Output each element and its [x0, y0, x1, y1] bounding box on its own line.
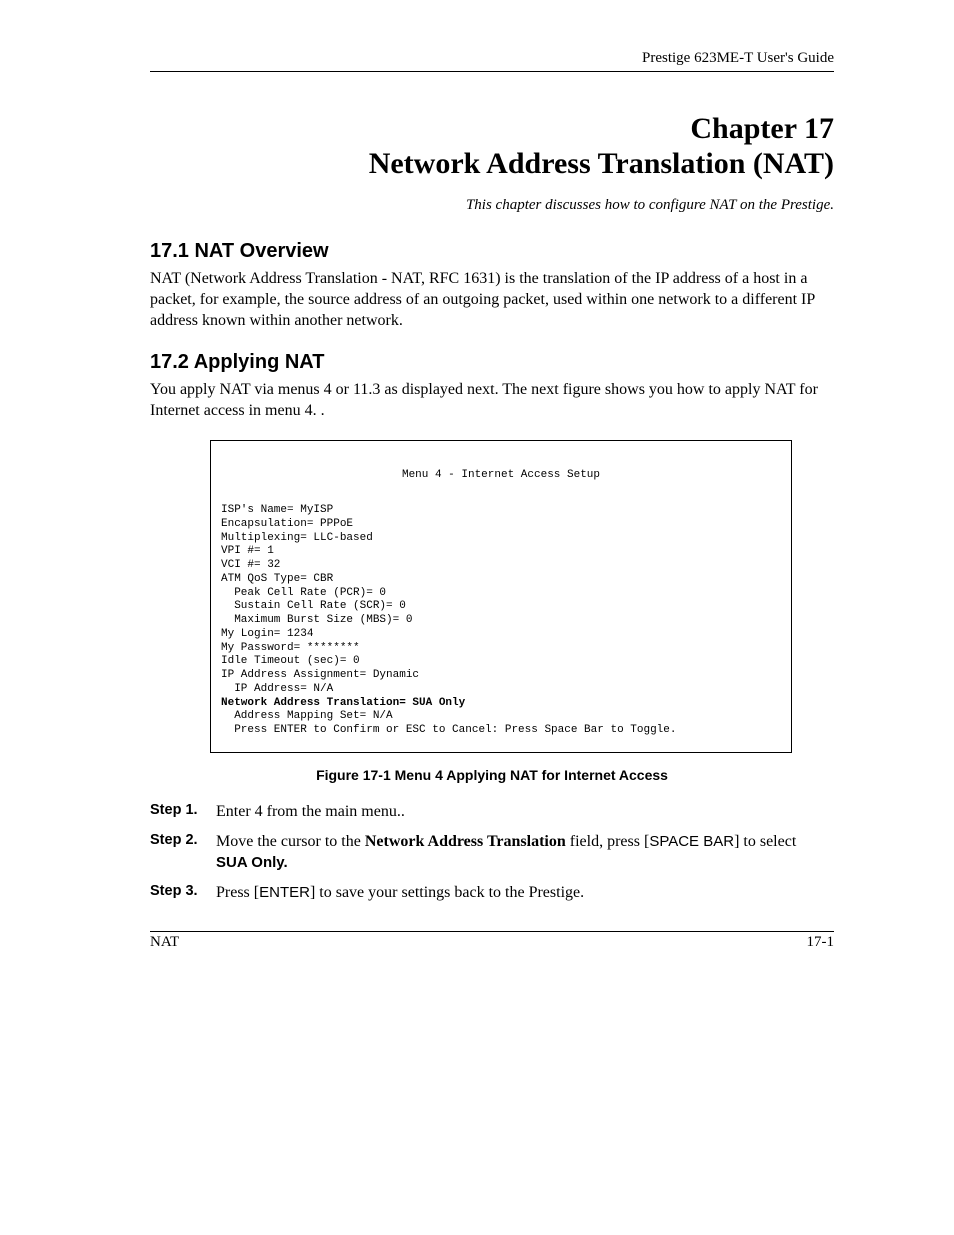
step-2-field: Network Address Translation [365, 833, 566, 850]
menu4-nat: Network Address Translation= SUA Only [221, 697, 465, 709]
section-17-1-heading: 17.1 NAT Overview [150, 240, 834, 263]
menu4-mbs: Maximum Burst Size (MBS)= 0 [221, 614, 412, 626]
header-guide-name: Prestige 623ME-T User's Guide [150, 50, 834, 67]
step-2-key: SPACE BAR [649, 833, 734, 850]
menu4-qos: ATM QoS Type= CBR [221, 573, 333, 585]
menu4-prompt: Press ENTER to Confirm or ESC to Cancel:… [221, 724, 676, 736]
step-3-pre: Press [ [216, 884, 259, 901]
menu4-title: Menu 4 - Internet Access Setup [221, 469, 781, 483]
step-3-content: Press [ENTER] to save your settings back… [216, 882, 834, 904]
step-2-label: Step 2. [150, 831, 216, 874]
chapter-title: Network Address Translation (NAT) [369, 147, 834, 180]
menu4-ipaddr: IP Address= N/A [221, 683, 333, 695]
step-2-row: Step 2. Move the cursor to the Network A… [150, 831, 834, 874]
menu4-pcr: Peak Cell Rate (PCR)= 0 [221, 587, 386, 599]
step-2-post: ] to select [734, 833, 796, 850]
footer-left: NAT [150, 934, 179, 951]
section-17-1-body: NAT (Network Address Translation - NAT, … [150, 269, 834, 331]
menu4-ipassign: IP Address Assignment= Dynamic [221, 669, 419, 681]
step-3-label: Step 3. [150, 882, 216, 904]
menu4-encap: Encapsulation= PPPoE [221, 518, 353, 530]
menu4-isp: ISP's Name= MyISP [221, 504, 333, 516]
header-rule [150, 71, 834, 72]
step-1-row: Step 1. Enter 4 from the main menu.. [150, 801, 834, 823]
menu4-pass: My Password= ******** [221, 642, 360, 654]
step-3-row: Step 3. Press [ENTER] to save your setti… [150, 882, 834, 904]
menu4-vpi: VPI #= 1 [221, 545, 274, 557]
chapter-subtitle: This chapter discusses how to configure … [150, 197, 834, 214]
step-3-post: ] to save your settings back to the Pres… [310, 884, 584, 901]
footer-right: 17-1 [807, 934, 835, 951]
menu4-login: My Login= 1234 [221, 628, 313, 640]
figure-caption: Figure 17-1 Menu 4 Applying NAT for Inte… [150, 767, 834, 783]
menu4-vci: VCI #= 32 [221, 559, 280, 571]
step-3-key: ENTER [259, 884, 310, 901]
section-17-2-heading: 17.2 Applying NAT [150, 351, 834, 374]
chapter-number: Chapter 17 [690, 112, 834, 145]
step-2-mid: field, press [ [566, 833, 650, 850]
menu4-box: Menu 4 - Internet Access Setup ISP's Nam… [210, 440, 792, 753]
footer-rule [150, 931, 834, 932]
step-2-pre: Move the cursor to the [216, 833, 365, 850]
step-1-label: Step 1. [150, 801, 216, 823]
step-2-content: Move the cursor to the Network Address T… [216, 831, 834, 874]
menu4-mapset: Address Mapping Set= N/A [221, 710, 393, 722]
menu4-mux: Multiplexing= LLC-based [221, 532, 373, 544]
step-2-line2: SUA Only. [216, 854, 288, 871]
menu4-idle: Idle Timeout (sec)= 0 [221, 655, 360, 667]
step-1-text: Enter 4 from the main menu.. [216, 801, 834, 823]
menu4-scr: Sustain Cell Rate (SCR)= 0 [221, 600, 406, 612]
section-17-2-body: You apply NAT via menus 4 or 11.3 as dis… [150, 380, 834, 422]
